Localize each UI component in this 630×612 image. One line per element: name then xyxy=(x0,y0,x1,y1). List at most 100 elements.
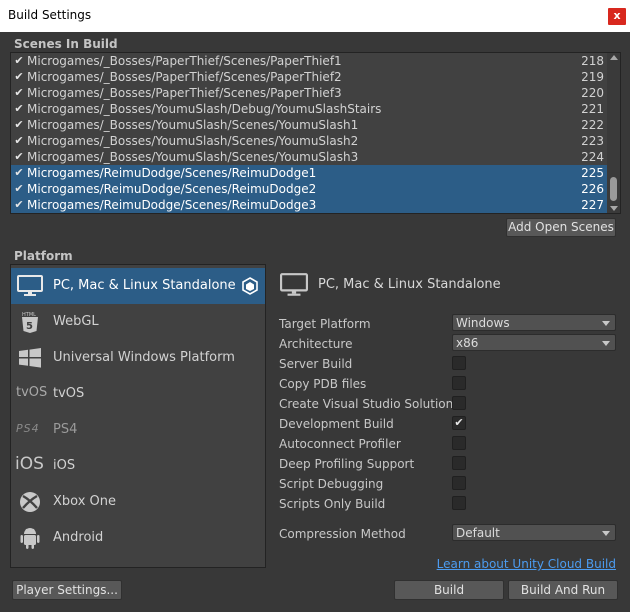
scene-path: Microgames/_Bosses/YoumuSlash/Debug/Youm… xyxy=(27,102,382,116)
platform-item-label: WebGL xyxy=(53,314,99,329)
scene-path: Microgames/ReimuDodge/Scenes/ReimuDodge2 xyxy=(27,182,317,196)
scene-row[interactable]: ✔ Microgames/ReimuDodge/Scenes/ReimuDodg… xyxy=(11,165,608,181)
scene-row[interactable]: ✔ Microgames/_Bosses/YoumuSlash/Scenes/Y… xyxy=(11,117,608,133)
scene-path: Microgames/_Bosses/YoumuSlash/Scenes/You… xyxy=(27,150,359,164)
platform-item-label: tvOS xyxy=(53,386,85,401)
monitor-icon xyxy=(17,275,43,296)
scene-row[interactable]: ✔ Microgames/_Bosses/PaperThief/Scenes/P… xyxy=(11,85,608,101)
autoconnect-profiler-checkbox[interactable] xyxy=(452,436,466,450)
platform-list: PC, Mac & Linux Standalone HTML 5 WebGL … xyxy=(10,264,266,568)
close-button[interactable]: x xyxy=(608,8,626,25)
scene-checkbox[interactable]: ✔ xyxy=(13,119,25,131)
platform-item-label: PS4 xyxy=(53,422,78,437)
scene-row[interactable]: ✔ Microgames/_Bosses/YoumuSlash/Scenes/Y… xyxy=(11,133,608,149)
scene-index: 219 xyxy=(581,70,604,84)
platform-item-webgl[interactable]: HTML 5 WebGL xyxy=(11,304,265,340)
scene-path: Microgames/_Bosses/PaperThief/Scenes/Pap… xyxy=(27,70,342,84)
scene-index: 224 xyxy=(581,150,604,164)
platform-label: Platform xyxy=(14,249,73,263)
scene-index: 220 xyxy=(581,86,604,100)
development-build-checkbox[interactable]: ✔ xyxy=(452,416,466,430)
scroll-thumb[interactable] xyxy=(610,177,617,201)
scene-row[interactable]: ✔ Microgames/_Bosses/YoumuSlash/Scenes/Y… xyxy=(11,149,608,165)
scene-row[interactable]: ✔ Microgames/_Bosses/YoumuSlash/Debug/Yo… xyxy=(11,101,608,117)
copy-pdb-label: Copy PDB files xyxy=(279,377,367,391)
scene-path: Microgames/_Bosses/YoumuSlash/Scenes/You… xyxy=(27,134,359,148)
development-build-label: Development Build xyxy=(279,417,394,431)
xbox-icon xyxy=(20,492,40,512)
scene-row[interactable]: ✔ Microgames/ReimuDodge/Scenes/ReimuDodg… xyxy=(11,181,608,197)
platform-item-ios[interactable]: iOS iOS xyxy=(11,448,265,484)
platform-item-xbox-one[interactable]: Xbox One xyxy=(11,484,265,520)
chevron-down-icon xyxy=(602,341,610,346)
compression-method-label: Compression Method xyxy=(279,527,406,541)
scenes-list[interactable]: ✔ Microgames/_Bosses/PaperThief/Scenes/P… xyxy=(10,52,621,214)
scenes-scrollbar[interactable] xyxy=(607,53,620,213)
scene-index: 226 xyxy=(581,182,604,196)
ps4-icon: PS4 xyxy=(16,422,40,435)
windows-icon xyxy=(19,348,41,368)
scene-checkbox[interactable]: ✔ xyxy=(13,167,25,179)
scene-checkbox[interactable]: ✔ xyxy=(13,71,25,83)
scene-path: Microgames/_Bosses/PaperThief/Scenes/Pap… xyxy=(27,86,342,100)
scene-checkbox[interactable]: ✔ xyxy=(13,135,25,147)
script-debugging-checkbox[interactable] xyxy=(452,476,466,490)
scene-checkbox[interactable]: ✔ xyxy=(13,55,25,67)
monitor-icon xyxy=(280,273,308,296)
server-build-checkbox[interactable] xyxy=(452,356,466,370)
title-bar: Build Settings x xyxy=(0,0,630,32)
build-button[interactable]: Build xyxy=(394,580,504,600)
scene-index: 218 xyxy=(581,54,604,68)
scene-checkbox[interactable]: ✔ xyxy=(13,183,25,195)
scene-checkbox[interactable]: ✔ xyxy=(13,87,25,99)
tvos-icon: tvOS xyxy=(16,385,48,400)
architecture-label: Architecture xyxy=(279,337,353,351)
platform-item-uwp[interactable]: Universal Windows Platform xyxy=(11,340,265,376)
platform-item-standalone[interactable]: PC, Mac & Linux Standalone xyxy=(11,268,265,304)
scroll-down-icon[interactable] xyxy=(610,206,618,211)
build-and-run-button[interactable]: Build And Run xyxy=(508,580,618,600)
platform-item-tvos[interactable]: tvOS tvOS xyxy=(11,376,265,412)
scene-path: Microgames/_Bosses/PaperThief/Scenes/Pap… xyxy=(27,54,342,68)
unity-icon xyxy=(242,277,258,295)
scene-row[interactable]: ✔ Microgames/_Bosses/PaperThief/Scenes/P… xyxy=(11,53,608,69)
scenes-in-build-label: Scenes In Build xyxy=(14,37,118,51)
copy-pdb-checkbox[interactable] xyxy=(452,376,466,390)
platform-item-android[interactable]: Android xyxy=(11,520,265,556)
scroll-up-icon[interactable] xyxy=(610,55,618,60)
chevron-down-icon xyxy=(602,321,610,326)
architecture-value: x86 xyxy=(456,336,479,350)
deep-profiling-checkbox[interactable] xyxy=(452,456,466,470)
scene-path: Microgames/ReimuDodge/Scenes/ReimuDodge3 xyxy=(27,198,317,212)
android-icon xyxy=(20,528,40,549)
platform-item-label: PC, Mac & Linux Standalone xyxy=(53,278,236,293)
platform-item-ps4[interactable]: PS4 PS4 xyxy=(11,412,265,448)
platform-item-label: Xbox One xyxy=(53,494,117,509)
architecture-dropdown[interactable]: x86 xyxy=(452,334,616,351)
platform-item-label: Universal Windows Platform xyxy=(53,350,235,365)
create-vs-solution-label: Create Visual Studio Solution xyxy=(279,397,454,411)
chevron-down-icon xyxy=(602,531,610,536)
scene-path: Microgames/_Bosses/YoumuSlash/Scenes/You… xyxy=(27,118,359,132)
target-platform-dropdown[interactable]: Windows xyxy=(452,314,616,331)
scene-row[interactable]: ✔ Microgames/_Bosses/PaperThief/Scenes/P… xyxy=(11,69,608,85)
svg-text:5: 5 xyxy=(26,321,33,332)
add-open-scenes-button[interactable]: Add Open Scenes xyxy=(506,218,616,237)
scene-row[interactable]: ✔ Microgames/ReimuDodge/Scenes/ReimuDodg… xyxy=(11,197,608,213)
scene-checkbox[interactable]: ✔ xyxy=(13,199,25,211)
scene-index: 221 xyxy=(581,102,604,116)
html5-icon: HTML 5 xyxy=(22,312,38,333)
scene-checkbox[interactable]: ✔ xyxy=(13,103,25,115)
scripts-only-build-checkbox[interactable] xyxy=(452,496,466,510)
deep-profiling-label: Deep Profiling Support xyxy=(279,457,415,471)
window-title: Build Settings xyxy=(8,8,92,22)
scene-checkbox[interactable]: ✔ xyxy=(13,151,25,163)
cloud-build-link[interactable]: Learn about Unity Cloud Build xyxy=(437,557,616,571)
player-settings-button[interactable]: Player Settings... xyxy=(12,580,122,600)
scene-index: 222 xyxy=(581,118,604,132)
scene-index: 223 xyxy=(581,134,604,148)
server-build-label: Server Build xyxy=(279,357,353,371)
compression-method-dropdown[interactable]: Default xyxy=(452,524,616,541)
create-vs-solution-checkbox[interactable] xyxy=(452,396,466,410)
scene-index: 227 xyxy=(581,198,604,212)
